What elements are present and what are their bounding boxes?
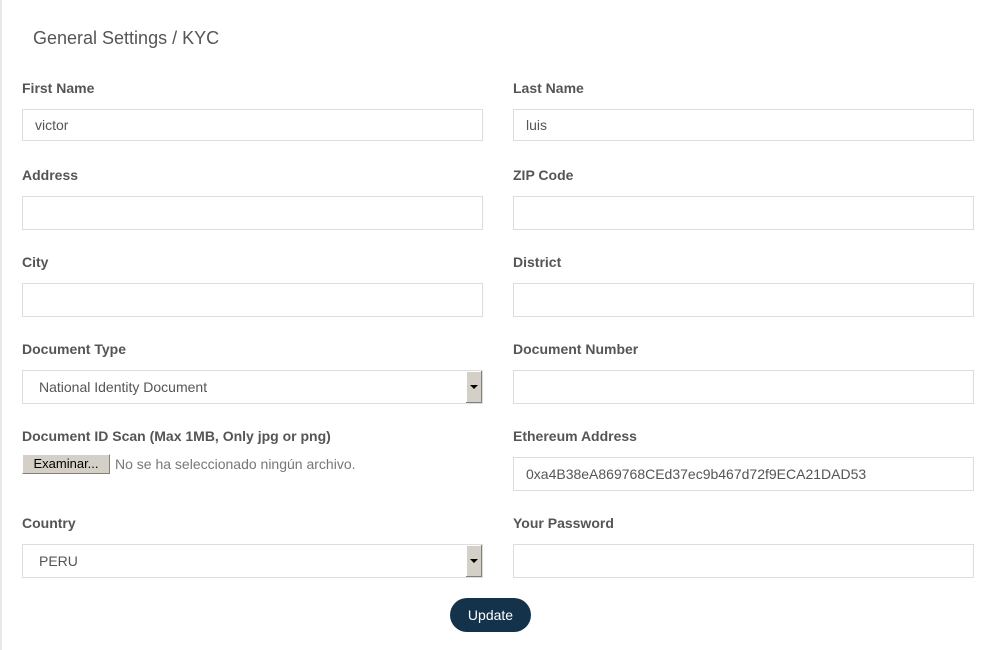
document-type-label: Document Type [22, 341, 126, 357]
city-input[interactable] [22, 283, 483, 317]
dropdown-arrow-icon[interactable] [465, 371, 482, 403]
document-type-select[interactable]: National Identity Document [22, 370, 483, 404]
zip-code-label: ZIP Code [513, 167, 574, 183]
file-status-text: No se ha seleccionado ningún archivo. [115, 456, 356, 472]
district-input[interactable] [513, 283, 974, 317]
update-button[interactable]: Update [450, 598, 531, 632]
address-input[interactable] [22, 196, 483, 230]
first-name-input[interactable] [22, 109, 483, 141]
document-number-label: Document Number [513, 341, 639, 357]
last-name-input[interactable] [513, 109, 974, 141]
dropdown-arrow-icon[interactable] [465, 545, 482, 577]
ethereum-address-input[interactable] [513, 457, 974, 491]
country-label: Country [22, 515, 76, 531]
last-name-label: Last Name [513, 80, 584, 96]
address-label: Address [22, 167, 79, 183]
browse-file-button[interactable]: Examinar... [22, 454, 110, 474]
first-name-label: First Name [22, 80, 95, 96]
district-label: District [513, 254, 562, 270]
document-number-input[interactable] [513, 370, 974, 404]
zip-code-input[interactable] [513, 196, 974, 230]
password-label: Your Password [513, 515, 614, 531]
document-type-value: National Identity Document [39, 379, 208, 395]
left-border [0, 0, 2, 650]
page-title: General Settings / KYC [33, 28, 220, 48]
document-scan-label: Document ID Scan (Max 1MB, Only jpg or p… [22, 428, 331, 444]
city-label: City [22, 254, 49, 270]
country-value: PERU [39, 553, 78, 569]
ethereum-address-label: Ethereum Address [513, 428, 637, 444]
password-input[interactable] [513, 544, 974, 578]
country-select[interactable]: PERU [22, 544, 483, 578]
